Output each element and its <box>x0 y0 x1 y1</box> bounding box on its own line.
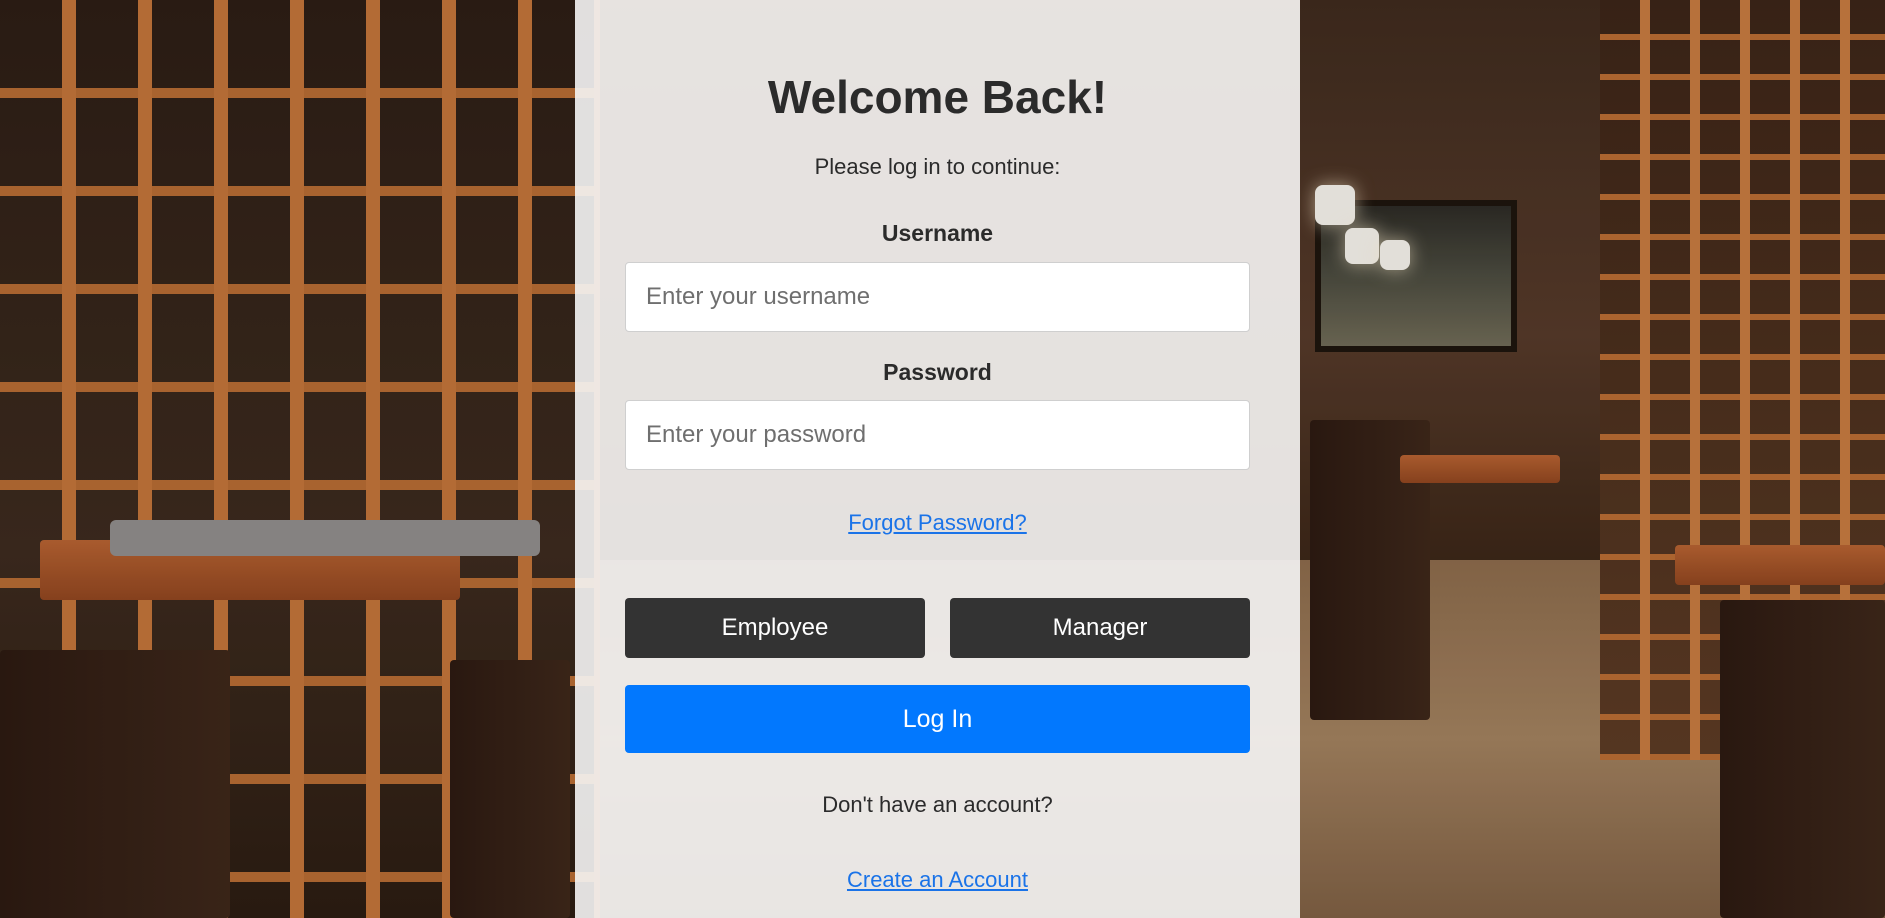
forgot-password-link[interactable]: Forgot Password? <box>575 510 1300 536</box>
manager-role-button[interactable]: Manager <box>950 598 1250 658</box>
page-title: Welcome Back! <box>767 71 1108 123</box>
employee-role-button[interactable]: Employee <box>625 598 925 658</box>
no-account-text: Don't have an account? <box>822 792 1053 817</box>
password-label: Password <box>883 359 992 385</box>
login-subtitle: Please log in to continue: <box>814 154 1061 179</box>
password-input[interactable] <box>625 400 1250 470</box>
create-account-link[interactable]: Create an Account <box>575 867 1300 893</box>
login-button[interactable]: Log In <box>625 685 1250 753</box>
username-label: Username <box>881 220 994 246</box>
username-input[interactable] <box>625 262 1250 332</box>
login-panel: Welcome Back! Please log in to continue:… <box>575 0 1300 918</box>
